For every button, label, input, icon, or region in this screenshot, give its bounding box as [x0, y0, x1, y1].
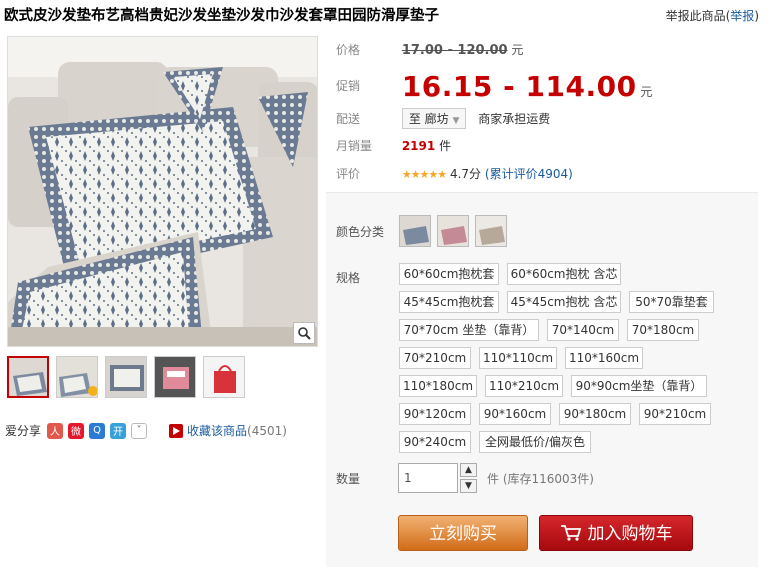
- sku-panel: 颜色分类 规格 60*60cm抱枕套 60*60cm抱枕 含芯 45*45cm抱…: [326, 192, 758, 567]
- color-row: 颜色分类: [336, 215, 513, 247]
- spec-label: 规格: [336, 271, 361, 285]
- favorite-label: 收藏该商品: [187, 424, 248, 438]
- favorite-count: (4501): [247, 423, 287, 438]
- share-label: 爱分享: [5, 424, 42, 438]
- sales-label: 月销量: [336, 139, 373, 153]
- color-option-3[interactable]: [475, 215, 507, 247]
- thumbnail-image: [9, 358, 47, 396]
- spec-option[interactable]: 110*110cm: [479, 347, 557, 369]
- zoom-button[interactable]: [293, 322, 315, 344]
- rating-row: 评价 ★★★★★ 4.7分 (累计评价4904): [336, 165, 573, 182]
- spec-option[interactable]: 60*60cm抱枕 含芯: [507, 263, 621, 285]
- color-thumbnail: [438, 216, 468, 246]
- title-bar: 欧式皮沙发垫布艺高档贵妃沙发坐垫沙发巾沙发套罩田园防滑厚垫子 举报此商品(举报): [0, 0, 767, 28]
- magnifier-icon: [298, 327, 311, 340]
- sofa-image: [8, 37, 317, 346]
- favorite-button[interactable]: 收藏该商品 (4501): [168, 422, 287, 439]
- shipping-note: 商家承担运费: [478, 112, 551, 126]
- shopping-cart-icon: [560, 525, 581, 541]
- stock-info: 件 (库存116003件): [487, 471, 594, 486]
- thumbnail-2[interactable]: [56, 356, 98, 398]
- share-weibo-icon[interactable]: 微: [68, 422, 85, 439]
- report-product: 举报此商品(举报): [666, 7, 759, 24]
- sales-row: 月销量 2191 件: [336, 137, 451, 154]
- share-more-chevron-icon[interactable]: ˅: [131, 422, 148, 439]
- share-qzone-icon[interactable]: Q: [89, 422, 106, 439]
- favorite-icon: [169, 423, 183, 438]
- report-link[interactable]: 举报: [730, 9, 754, 23]
- add-to-cart-label: 加入购物车: [587, 524, 673, 544]
- color-option-1[interactable]: [399, 215, 431, 247]
- original-currency: 元: [511, 43, 524, 57]
- location-select[interactable]: 至 廊坊 ▼: [401, 108, 467, 129]
- color-option-2[interactable]: [437, 215, 469, 247]
- spec-option[interactable]: 90*240cm: [399, 431, 471, 453]
- promo-currency: 元: [640, 85, 653, 99]
- quantity-decrease-button[interactable]: ▼: [460, 479, 477, 493]
- rating-score: 4.7分: [449, 167, 482, 181]
- sales-count: 2191: [401, 139, 436, 153]
- report-close: ): [754, 9, 759, 23]
- promo-label: 促销: [336, 79, 361, 93]
- spec-option[interactable]: 70*180cm: [627, 319, 699, 341]
- thumbnail-image: [204, 357, 244, 397]
- quantity-row: 数量 1 ▲ ▼ 件 (库存116003件): [336, 463, 594, 493]
- report-text: 举报此商品(: [665, 9, 731, 23]
- spec-option[interactable]: 90*90cm坐垫（靠背）: [571, 375, 707, 397]
- thumbnail-image: [155, 357, 195, 397]
- spec-option[interactable]: 45*45cm抱枕套: [399, 291, 499, 313]
- color-thumbnail: [400, 216, 430, 246]
- shipping-row: 配送 至 廊坊 ▼ 商家承担运费: [336, 108, 550, 129]
- rating-stars-icon: ★★★★★: [401, 168, 447, 181]
- price-label: 价格: [336, 43, 361, 57]
- price-row: 价格 17.00 - 120.00 元: [336, 41, 523, 58]
- share-kaixin-icon[interactable]: 开: [110, 422, 127, 439]
- main-product-image[interactable]: [7, 36, 318, 347]
- quantity-label: 数量: [336, 471, 361, 486]
- thumbnail-image: [106, 357, 146, 397]
- spec-option[interactable]: 90*120cm: [399, 403, 471, 425]
- review-count-link[interactable]: (累计评价4904): [485, 167, 573, 181]
- shipping-label: 配送: [336, 112, 361, 126]
- spec-option[interactable]: 110*160cm: [565, 347, 643, 369]
- quantity-stepper: ▲ ▼: [460, 463, 477, 493]
- spec-option[interactable]: 45*45cm抱枕 含芯: [507, 291, 621, 313]
- original-price: 17.00 - 120.00: [401, 43, 508, 58]
- product-title: 欧式皮沙发垫布艺高档贵妃沙发坐垫沙发巾沙发套罩田园防滑厚垫子: [4, 8, 439, 24]
- spec-option[interactable]: 全网最低价/偏灰色: [479, 431, 591, 453]
- share-row: 爱分享 人 微 Q 开 ˅: [5, 422, 152, 439]
- quantity-increase-button[interactable]: ▲: [460, 463, 477, 477]
- thumbnail-4[interactable]: [154, 356, 196, 398]
- sales-unit: 件: [439, 139, 452, 153]
- color-thumbnail: [476, 216, 506, 246]
- spec-option[interactable]: 90*210cm: [639, 403, 711, 425]
- thumbnail-1[interactable]: [7, 356, 49, 398]
- buy-now-button[interactable]: 立刻购买: [398, 515, 528, 551]
- spec-option[interactable]: 110*210cm: [485, 375, 563, 397]
- thumbnail-5[interactable]: [203, 356, 245, 398]
- spec-option[interactable]: 70*140cm: [547, 319, 619, 341]
- share-renren-icon[interactable]: 人: [47, 422, 64, 439]
- thumbnail-3[interactable]: [105, 356, 147, 398]
- spec-option[interactable]: 90*160cm: [479, 403, 551, 425]
- spec-option[interactable]: 60*60cm抱枕套: [399, 263, 499, 285]
- color-label: 颜色分类: [336, 224, 385, 239]
- spec-option[interactable]: 70*210cm: [399, 347, 471, 369]
- spec-option[interactable]: 90*180cm: [559, 403, 631, 425]
- thumbnail-image: [57, 357, 97, 397]
- spec-option[interactable]: 110*180cm: [399, 375, 477, 397]
- rating-label: 评价: [336, 167, 361, 181]
- promo-row: 促销 16.15 - 114.00 元: [336, 70, 652, 103]
- thumbnail-strip: [7, 356, 245, 398]
- quantity-input[interactable]: 1: [398, 463, 458, 493]
- promo-price: 16.15 - 114.00: [401, 70, 637, 103]
- add-to-cart-button[interactable]: 加入购物车: [539, 515, 693, 551]
- spec-option[interactable]: 50*70靠垫套: [629, 291, 714, 313]
- spec-option[interactable]: 70*70cm 坐垫（靠背）: [399, 319, 539, 341]
- dropdown-arrow-icon: ▼: [452, 116, 460, 126]
- location-value: 至 廊坊: [408, 112, 449, 126]
